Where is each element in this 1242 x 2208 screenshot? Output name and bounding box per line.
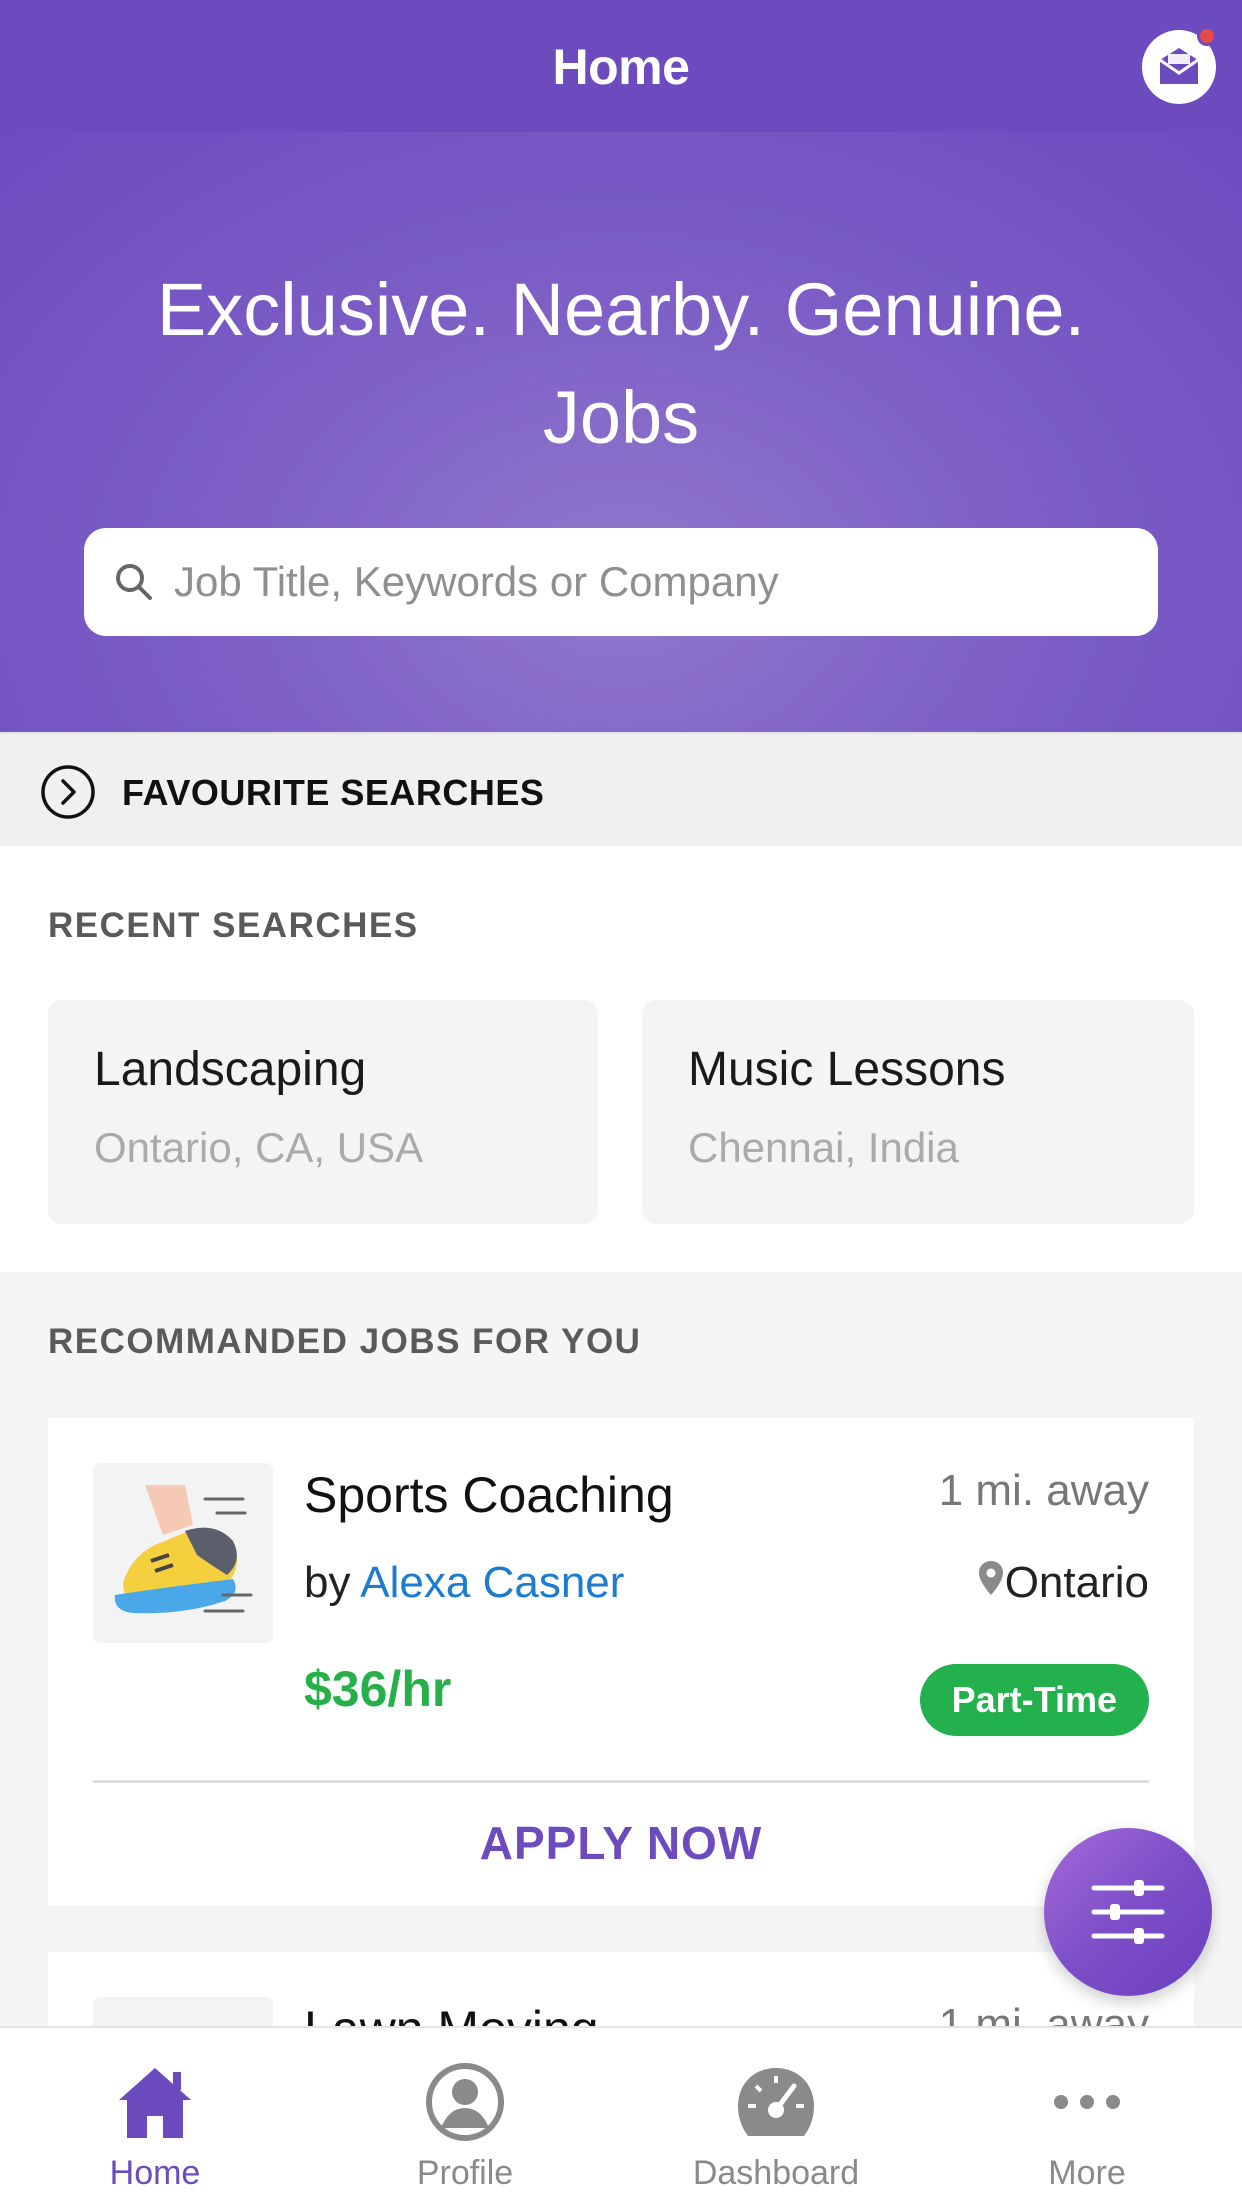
hero-headline-line1: Exclusive. Nearby. Genuine. [156,268,1086,351]
recent-searches-label: RECENT SEARCHES [48,906,419,945]
job-title: Sports Coaching [304,1467,674,1523]
job-rate: $36/hr [304,1661,452,1717]
mail-icon [1159,48,1199,84]
notification-dot [1197,26,1217,46]
nav-dashboard[interactable]: Dashboard [621,2028,931,2208]
recent-search-location: Ontario, CA, USA [94,1124,424,1171]
job-card[interactable]: Sports Coaching 1 mi. away by Alexa Casn… [48,1418,1194,1906]
hero-headline: Exclusive. Nearby. Genuine. Jobs [60,256,1182,472]
more-icon [1054,2095,1120,2109]
home-icon [119,2068,191,2138]
favourite-searches-label: FAVOURITE SEARCHES [122,772,545,813]
nav-home[interactable]: Home [0,2028,310,2208]
favourite-searches-row[interactable]: FAVOURITE SEARCHES [0,732,1242,846]
apply-now-button[interactable]: APPLY NOW [48,1816,1194,1870]
recent-search-location: Chennai, India [688,1124,959,1171]
nav-more-label: More [1048,2154,1126,2192]
search-bar[interactable] [84,528,1158,636]
job-location: Ontario [1004,1558,1149,1607]
dashboard-icon [738,2068,814,2136]
nav-more[interactable]: More [932,2028,1242,2208]
recent-search-card[interactable]: Music Lessons Chennai, India [642,1000,1194,1224]
job-distance: 1 mi. away [938,1466,1149,1515]
job-image [93,1463,273,1643]
nav-profile[interactable]: Profile [310,2028,620,2208]
filter-button[interactable] [1044,1828,1212,1996]
hero-headline-line2: Jobs [542,376,700,459]
job-type-badge: Part-Time [919,1664,1149,1736]
recent-search-card[interactable]: Landscaping Ontario, CA, USA [48,1000,598,1224]
nav-home-label: Home [109,2154,201,2192]
bottom-navigation: Home Profile Dashboard More [0,2026,1242,2208]
recommended-jobs-label: RECOMMANDED JOBS FOR YOU [48,1322,642,1361]
chevron-right-circle-icon [41,765,95,819]
job-by-prefix: by [304,1558,351,1607]
search-icon [116,564,152,600]
filter-sliders-icon [1091,1880,1165,1944]
location-pin-icon [979,1561,1003,1595]
nav-profile-label: Profile [416,2154,514,2192]
recent-searches-section: RECENT SEARCHES Landscaping Ontario, CA,… [0,846,1242,1272]
page-title: Home [552,39,690,95]
recent-search-title: Music Lessons [688,1043,1006,1096]
job-author-link[interactable]: Alexa Casner [360,1558,624,1607]
recent-search-title: Landscaping [94,1043,367,1096]
app-header: Home [0,0,1242,132]
nav-dashboard-label: Dashboard [692,2154,860,2192]
running-shoe-icon [93,1463,273,1643]
search-input[interactable] [174,528,1134,636]
job-poster: by Alexa Casner [304,1558,624,1608]
divider [93,1780,1149,1783]
hero-banner: Exclusive. Nearby. Genuine. Jobs [0,132,1242,732]
profile-icon [426,2063,504,2141]
